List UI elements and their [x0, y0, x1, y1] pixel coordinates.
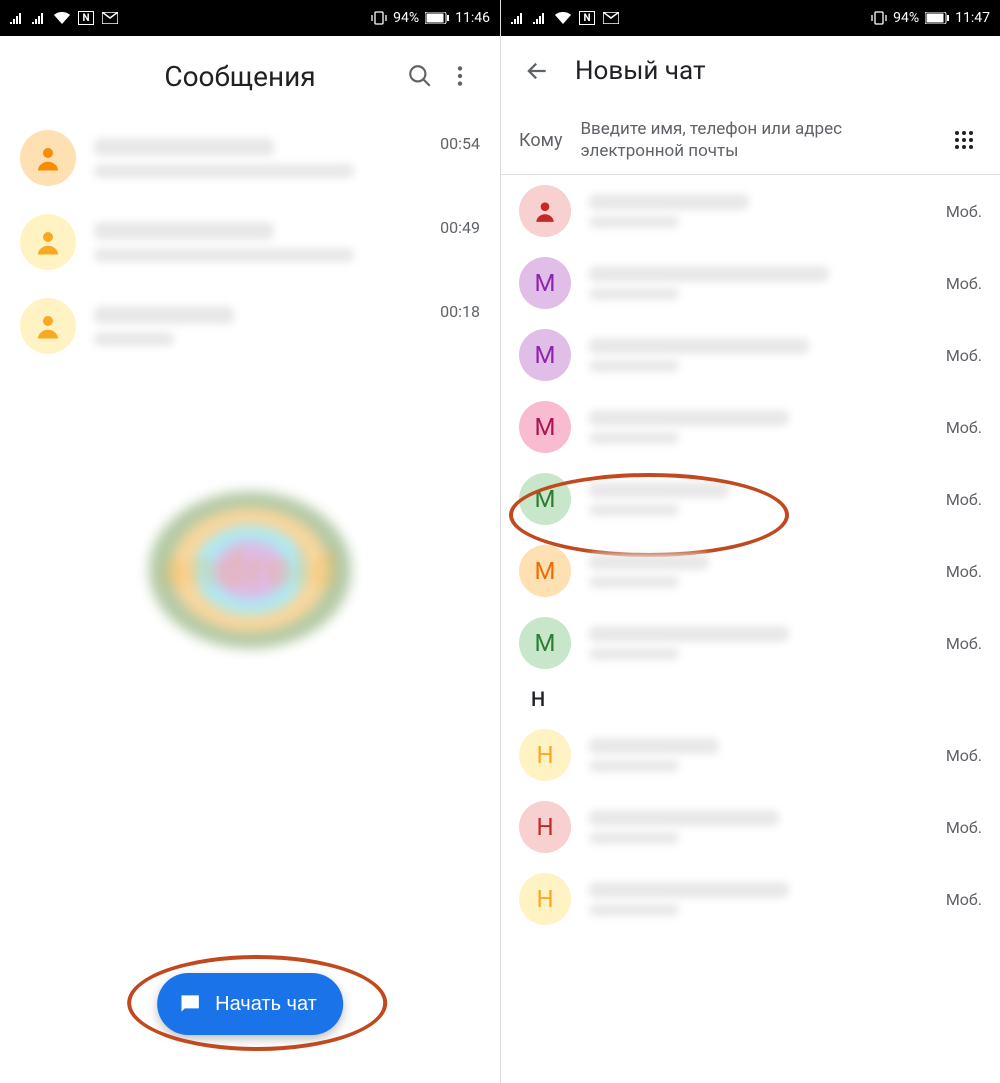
signal-icon	[511, 12, 525, 24]
contact-type: Моб.	[946, 346, 982, 365]
contact-type: Моб.	[946, 890, 982, 909]
contact-item[interactable]: M Моб.	[501, 319, 1000, 391]
avatar	[20, 214, 76, 270]
more-button[interactable]	[440, 56, 480, 96]
contact-item[interactable]: M Моб.	[501, 607, 1000, 679]
watermark-icon	[120, 480, 380, 660]
person-icon	[532, 198, 558, 224]
conversation-item[interactable]: 00:49	[0, 200, 500, 284]
nfc-icon: N	[78, 11, 94, 25]
to-label: Кому	[519, 130, 562, 151]
contact-item[interactable]: M Моб.	[501, 463, 1000, 535]
conversation-body	[94, 138, 422, 178]
avatar	[20, 298, 76, 354]
page-title: Новый чат	[575, 56, 705, 86]
person-icon	[33, 311, 63, 341]
contact-type: Моб.	[946, 490, 982, 509]
signal-icon-2	[533, 12, 547, 24]
new-chat-screen: N 94% 11:47 Новый чат Кому Введите имя, …	[500, 0, 1000, 1083]
conversation-item[interactable]: 00:54	[0, 116, 500, 200]
person-icon	[33, 227, 63, 257]
clock-time: 11:47	[955, 10, 990, 26]
contact-type: Моб.	[946, 818, 982, 837]
avatar: M	[519, 545, 571, 597]
recipient-input[interactable]: Введите имя, телефон или адрес электронн…	[580, 118, 928, 162]
conversation-list: 00:54 00:49 00:18	[0, 116, 500, 368]
conversation-body	[94, 306, 422, 346]
person-icon	[33, 143, 63, 173]
chat-icon	[177, 991, 203, 1017]
vibrate-icon	[371, 11, 387, 25]
avatar: M	[519, 473, 571, 525]
contact-item[interactable]: Н Моб.	[501, 719, 1000, 791]
arrow-back-icon	[524, 58, 550, 84]
recipient-row: Кому Введите имя, телефон или адрес элек…	[501, 106, 1000, 175]
back-button[interactable]	[519, 53, 555, 89]
nfc-icon: N	[579, 11, 595, 25]
avatar: M	[519, 257, 571, 309]
contact-type: Моб.	[946, 202, 982, 221]
contact-type: Моб.	[946, 634, 982, 653]
app-bar: Сообщения	[0, 36, 500, 116]
contact-list: Моб. M Моб. M Моб. M Моб. M Моб. M Моб.	[501, 175, 1000, 935]
contact-type: Моб.	[946, 746, 982, 765]
signal-icon-2	[32, 12, 46, 24]
signal-icon	[10, 12, 24, 24]
avatar	[20, 130, 76, 186]
wifi-icon	[54, 12, 70, 24]
avatar: M	[519, 329, 571, 381]
conversation-time: 00:18	[440, 302, 480, 321]
contact-item[interactable]: M Моб.	[501, 391, 1000, 463]
status-bar: N 94% 11:47	[501, 0, 1000, 36]
more-vert-icon	[447, 63, 473, 89]
contact-item[interactable]: Н Моб.	[501, 863, 1000, 935]
vibrate-icon	[871, 11, 887, 25]
mail-icon	[102, 12, 118, 24]
fab-label: Начать чат	[215, 993, 317, 1016]
avatar	[519, 185, 571, 237]
battery-percent: 94%	[393, 10, 419, 26]
conversation-time: 00:54	[440, 134, 480, 153]
avatar: Н	[519, 873, 571, 925]
dialpad-icon	[952, 128, 976, 152]
watermark-text: android	[161, 540, 339, 597]
contact-item[interactable]: M Моб.	[501, 247, 1000, 319]
section-header: Н	[501, 679, 1000, 719]
battery-percent: 94%	[893, 10, 919, 26]
mail-icon	[603, 12, 619, 24]
start-chat-fab[interactable]: Начать чат	[157, 973, 343, 1035]
search-icon	[407, 63, 433, 89]
search-button[interactable]	[400, 56, 440, 96]
wifi-icon	[555, 12, 571, 24]
clock-time: 11:46	[455, 10, 490, 26]
messages-screen: N 94% 11:46 Сообщения	[0, 0, 500, 1083]
avatar: Н	[519, 801, 571, 853]
avatar: Н	[519, 729, 571, 781]
avatar: M	[519, 401, 571, 453]
contact-item[interactable]: Моб.	[501, 175, 1000, 247]
app-bar: Новый чат	[501, 36, 1000, 106]
page-title: Сообщения	[20, 60, 400, 93]
conversation-body	[94, 222, 422, 262]
conversation-time: 00:49	[440, 218, 480, 237]
dialpad-button[interactable]	[946, 122, 982, 158]
status-bar: N 94% 11:46	[0, 0, 500, 36]
battery-icon	[925, 12, 949, 24]
contact-type: Моб.	[946, 274, 982, 293]
contact-item[interactable]: Н Моб.	[501, 791, 1000, 863]
contact-item[interactable]: M Моб.	[501, 535, 1000, 607]
contact-type: Моб.	[946, 418, 982, 437]
contact-type: Моб.	[946, 562, 982, 581]
conversation-item[interactable]: 00:18	[0, 284, 500, 368]
avatar: M	[519, 617, 571, 669]
battery-icon	[425, 12, 449, 24]
